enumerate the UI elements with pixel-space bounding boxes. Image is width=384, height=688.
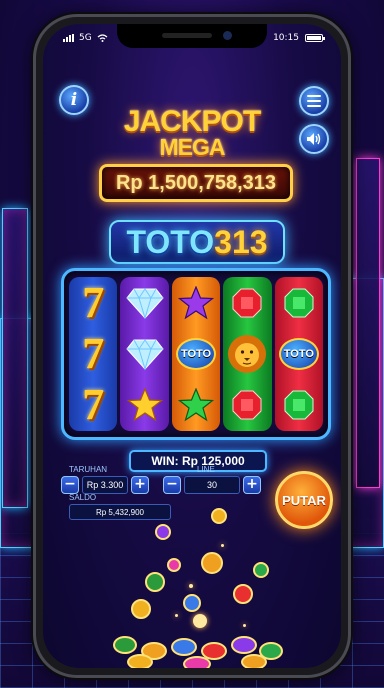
info-icon: i: [70, 90, 78, 110]
brand-name-part1: TOTO: [126, 223, 215, 260]
ruby-icon: [227, 383, 267, 427]
seven-symbol: 7: [82, 328, 105, 378]
bet-stepper: − Rp 3.300 +: [61, 475, 149, 495]
diamond-icon: [125, 281, 165, 325]
seven-symbol: 7: [82, 380, 105, 430]
lion-icon: [227, 332, 267, 376]
battery-icon: [305, 34, 325, 42]
jackpot-amount: Rp 1,500,758,313: [99, 164, 293, 202]
signal-icon: [63, 34, 74, 42]
reel-4: [223, 277, 272, 431]
saldo-value: Rp 5,432,900: [69, 504, 171, 520]
green-star-icon: [176, 383, 216, 427]
jackpot-title-line2: MEGA: [159, 134, 226, 160]
line-increase-button[interactable]: +: [243, 476, 261, 494]
brand-name-part2: 313: [214, 223, 268, 260]
spin-button[interactable]: PUTAR: [275, 471, 333, 529]
saldo-label: SALDO: [69, 493, 97, 502]
emerald-icon: [279, 383, 319, 427]
toto-coin-symbol: TOTO: [176, 337, 217, 370]
brand-logo: TOTO 313: [109, 220, 285, 264]
menu-icon-line: [307, 95, 321, 97]
status-bar: 5G 10:15: [63, 31, 325, 45]
seven-symbol: 7: [82, 277, 105, 327]
bet-decrease-button[interactable]: −: [61, 476, 79, 494]
line-stepper: − 30 +: [163, 475, 261, 495]
background-tower-right: [356, 158, 380, 488]
bet-label: TARUHAN: [69, 465, 108, 474]
reel-5: TOTO: [274, 277, 324, 431]
line-label: LINE: [197, 465, 215, 474]
purple-star-icon: [176, 281, 216, 325]
phone-frame: 5G 10:15 i JACKPOT MEGA Rp 1,500,758,313…: [33, 14, 351, 678]
line-value: 30: [184, 476, 240, 494]
reel-1: 7 7 7: [69, 277, 118, 431]
bet-value: Rp 3.300: [82, 476, 128, 494]
reel-3: TOTO: [171, 277, 221, 431]
jackpot-title: JACKPOT MEGA: [43, 107, 341, 160]
game-screen: 5G 10:15 i JACKPOT MEGA Rp 1,500,758,313…: [43, 24, 341, 668]
emerald-icon: [279, 281, 319, 325]
clock: 10:15: [273, 33, 299, 43]
reel-2: [120, 277, 169, 431]
wifi-icon: [97, 34, 108, 42]
ruby-icon: [227, 281, 267, 325]
line-decrease-button[interactable]: −: [163, 476, 181, 494]
gold-star-icon: [125, 383, 165, 427]
bet-increase-button[interactable]: +: [131, 476, 149, 494]
diamond-icon: [125, 332, 165, 376]
toto-coin-symbol: TOTO: [278, 337, 319, 370]
background-tower-left: [2, 208, 28, 508]
slot-reels: 7 7 7 TOTO TOTO: [61, 268, 331, 440]
network-type: 5G: [79, 33, 92, 43]
